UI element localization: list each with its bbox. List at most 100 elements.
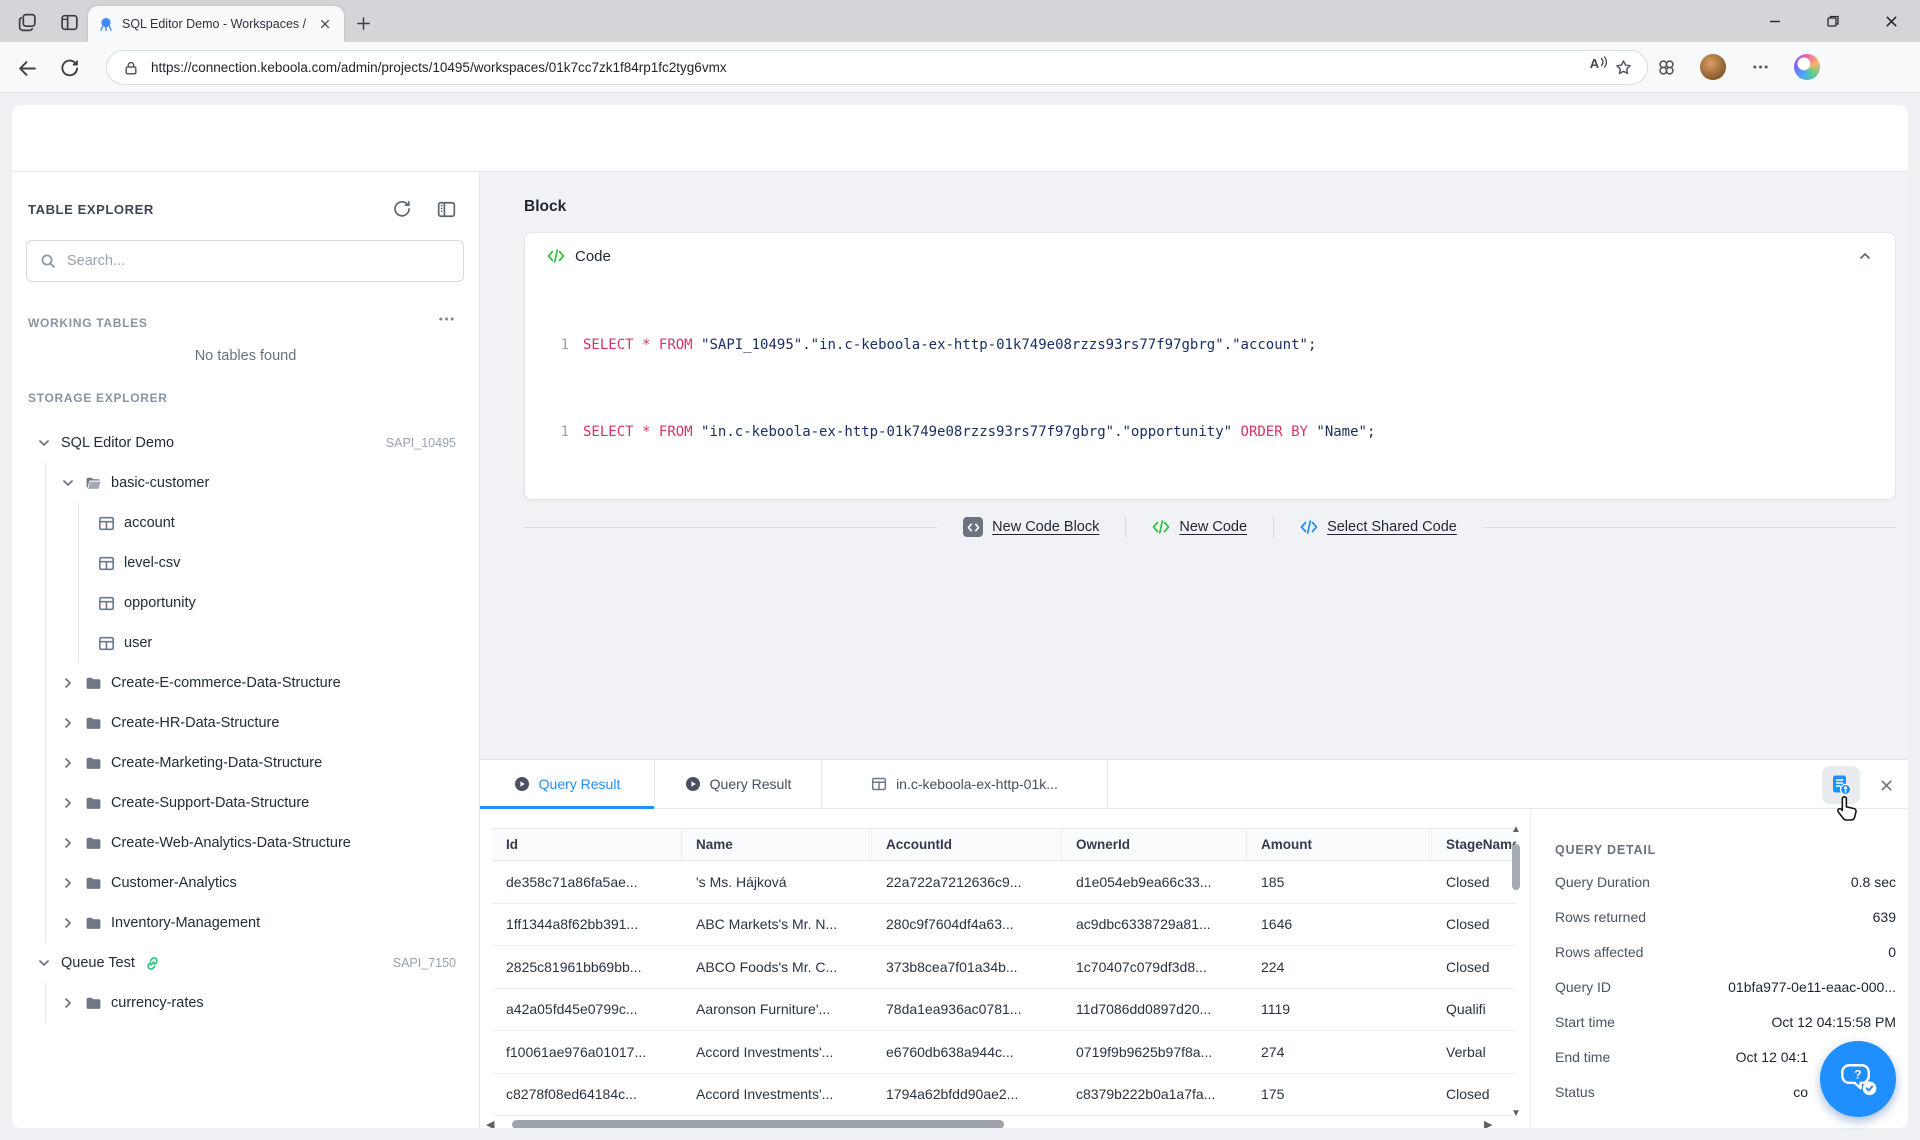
sql-line-2[interactable]: 1 SELECT * FROM "in.c-keboola-ex-http-01… bbox=[525, 422, 1895, 442]
reload-button[interactable] bbox=[56, 55, 82, 81]
window-minimize-button[interactable] bbox=[1746, 0, 1804, 42]
working-tables-menu-icon[interactable] bbox=[438, 316, 455, 322]
tree-item-basic-customer[interactable]: basic-customer bbox=[12, 463, 480, 503]
column-header[interactable]: Name bbox=[682, 829, 872, 860]
tree-item-level-csv[interactable]: level-csv bbox=[12, 543, 480, 583]
new-tab-button[interactable] bbox=[352, 12, 374, 34]
tree-item-customer-analytics[interactable]: Customer-Analytics bbox=[12, 863, 480, 903]
table-row[interactable]: 2825c81961bb69bb...ABCO Foods's Mr. C...… bbox=[492, 946, 1516, 989]
scroll-right-icon[interactable]: ▶ bbox=[1484, 1118, 1496, 1129]
tree-label: account bbox=[124, 515, 175, 531]
chevron-right-icon[interactable] bbox=[60, 915, 76, 931]
sql-line-1[interactable]: 1 SELECT * FROM "SAPI_10495"."in.c-keboo… bbox=[525, 335, 1895, 355]
table-row[interactable]: de358c71a86fa5ae...'s Ms. Hájková22a722a… bbox=[492, 861, 1516, 904]
column-header[interactable]: OwnerId bbox=[1062, 829, 1247, 860]
table-row[interactable]: 1ff1344a8f62bb391...ABC Markets's Mr. N.… bbox=[492, 904, 1516, 947]
results-panel: Query Result Query Result in.c-keboola-e… bbox=[480, 759, 1908, 1128]
scroll-up-icon[interactable]: ▲ bbox=[1508, 824, 1524, 836]
chevron-right-icon[interactable] bbox=[60, 755, 76, 771]
chevron-right-icon[interactable] bbox=[60, 675, 76, 691]
refresh-icon[interactable] bbox=[391, 198, 413, 220]
mouse-cursor-hand bbox=[1836, 795, 1859, 822]
chevron-right-icon[interactable] bbox=[60, 715, 76, 731]
chevron-down-icon[interactable] bbox=[36, 435, 52, 451]
tree-item-opportunity[interactable]: opportunity bbox=[12, 583, 480, 623]
tree-item-sql-editor-demo[interactable]: SQL Editor Demo SAPI_10495 bbox=[12, 423, 480, 463]
extensions-icon[interactable] bbox=[1654, 55, 1678, 79]
chevron-right-icon[interactable] bbox=[60, 875, 76, 891]
vertical-scroll-thumb[interactable] bbox=[1512, 844, 1520, 890]
back-button[interactable] bbox=[14, 55, 40, 81]
column-header[interactable]: Id bbox=[492, 829, 682, 860]
scroll-down-icon[interactable]: ▼ bbox=[1508, 1108, 1524, 1120]
tree-label: opportunity bbox=[124, 595, 196, 611]
new-code-link[interactable]: New Code bbox=[1152, 518, 1247, 536]
tab-stacks-icon[interactable] bbox=[14, 9, 40, 35]
copilot-icon[interactable] bbox=[1794, 54, 1820, 80]
lock-icon[interactable] bbox=[119, 56, 143, 80]
tree-item-create-web-analytics[interactable]: Create-Web-Analytics-Data-Structure bbox=[12, 823, 480, 863]
table-row[interactable]: f10061ae976a01017...Accord Investments'.… bbox=[492, 1031, 1516, 1074]
read-aloud-icon[interactable]: A bbox=[1587, 56, 1611, 80]
scroll-left-icon[interactable]: ◀ bbox=[486, 1118, 498, 1129]
tree-label: Create-HR-Data-Structure bbox=[111, 715, 279, 731]
detail-row-duration: Query Duration0.8 sec bbox=[1555, 864, 1896, 899]
sql-editor[interactable]: 1 SELECT * FROM "SAPI_10495"."in.c-keboo… bbox=[525, 279, 1895, 442]
detail-row-query-id: Query ID01bfa977-0e11-eaac-000... bbox=[1555, 969, 1896, 1004]
tree-item-create-support[interactable]: Create-Support-Data-Structure bbox=[12, 783, 480, 823]
tab-query-result-2[interactable]: Query Result bbox=[655, 760, 822, 808]
chevron-right-icon[interactable] bbox=[60, 995, 76, 1011]
chevron-down-icon[interactable] bbox=[36, 955, 52, 971]
window-restore-button[interactable] bbox=[1804, 0, 1862, 42]
tree-label: Create-E-commerce-Data-Structure bbox=[111, 675, 341, 691]
window-close-button[interactable] bbox=[1862, 0, 1920, 42]
search-input[interactable] bbox=[26, 240, 464, 282]
keboola-favicon bbox=[98, 16, 114, 32]
collapse-code-icon[interactable] bbox=[1857, 248, 1873, 264]
tree-item-create-ecommerce[interactable]: Create-E-commerce-Data-Structure bbox=[12, 663, 480, 703]
column-header[interactable]: StageName bbox=[1432, 829, 1516, 860]
table-header-row: Id Name AccountId OwnerId Amount StageNa… bbox=[492, 828, 1516, 861]
shared-code-icon bbox=[1300, 518, 1318, 536]
column-header[interactable]: AccountId bbox=[872, 829, 1062, 860]
play-circle-icon bbox=[685, 776, 701, 792]
close-results-icon[interactable] bbox=[1874, 773, 1898, 797]
table-row[interactable]: c8278f08ed64184c...Accord Investments'..… bbox=[492, 1074, 1516, 1117]
vertical-scrollbar[interactable]: ▲ ▼ bbox=[1508, 824, 1524, 1120]
tree-item-create-hr[interactable]: Create-HR-Data-Structure bbox=[12, 703, 480, 743]
tree-item-user[interactable]: user bbox=[12, 623, 480, 663]
collapse-panel-icon[interactable] bbox=[435, 198, 457, 220]
favorites-star-icon[interactable] bbox=[1611, 56, 1635, 80]
line-number: 1 bbox=[553, 422, 569, 442]
chevron-right-icon[interactable] bbox=[60, 835, 76, 851]
address-bar[interactable]: https://connection.keboola.com/admin/pro… bbox=[106, 50, 1648, 85]
tree-item-account[interactable]: account bbox=[12, 503, 480, 543]
profile-avatar[interactable] bbox=[1700, 54, 1726, 80]
horizontal-scroll-thumb[interactable] bbox=[512, 1120, 1004, 1129]
table-row[interactable]: a42a05fd45e0799c...Aaronson Furniture'..… bbox=[492, 989, 1516, 1032]
browser-tab[interactable]: SQL Editor Demo - Workspaces / bbox=[88, 6, 344, 42]
tree-item-currency-rates[interactable]: currency-rates bbox=[12, 983, 480, 1023]
table-icon bbox=[98, 515, 115, 532]
tab-table-preview[interactable]: in.c-keboola-ex-http-01k... bbox=[822, 760, 1108, 808]
table-icon bbox=[98, 555, 115, 572]
chevron-down-icon[interactable] bbox=[60, 475, 76, 491]
column-header[interactable]: Amount bbox=[1247, 829, 1432, 860]
vertical-tabs-icon[interactable] bbox=[56, 9, 82, 35]
tree-item-create-marketing[interactable]: Create-Marketing-Data-Structure bbox=[12, 743, 480, 783]
storage-tree: SQL Editor Demo SAPI_10495 basic-custome… bbox=[12, 423, 480, 1023]
tab-close-icon[interactable] bbox=[316, 15, 334, 33]
tree-item-queue-test[interactable]: Queue Test SAPI_7150 bbox=[12, 943, 480, 983]
select-shared-code-link[interactable]: Select Shared Code bbox=[1300, 518, 1457, 536]
tree-item-inventory-management[interactable]: Inventory-Management bbox=[12, 903, 480, 943]
play-circle-icon bbox=[514, 776, 530, 792]
new-code-block-link[interactable]: New Code Block bbox=[963, 517, 1099, 537]
chevron-right-icon[interactable] bbox=[60, 795, 76, 811]
help-chat-button[interactable] bbox=[1820, 1041, 1896, 1117]
tab-query-result-1[interactable]: Query Result bbox=[480, 760, 655, 808]
table-icon bbox=[871, 776, 887, 792]
browser-menu-icon[interactable] bbox=[1748, 55, 1772, 79]
tab-title: SQL Editor Demo - Workspaces / bbox=[122, 17, 308, 31]
url-text[interactable]: https://connection.keboola.com/admin/pro… bbox=[151, 60, 1587, 75]
horizontal-scrollbar[interactable]: ◀ ▶ bbox=[486, 1117, 1496, 1128]
